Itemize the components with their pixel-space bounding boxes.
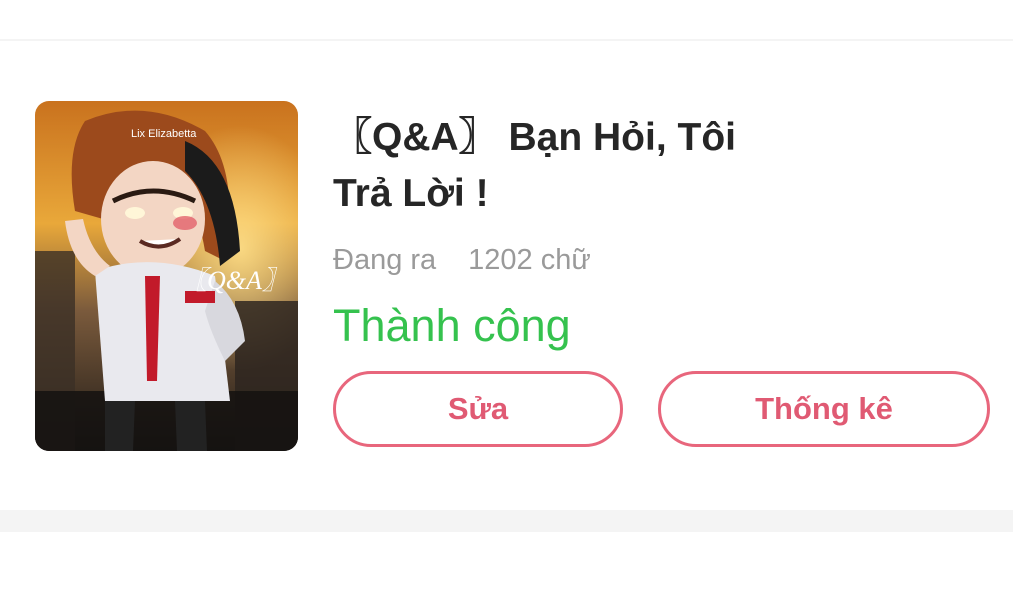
result-status: Thành công: [333, 300, 571, 351]
edit-button[interactable]: Sửa: [333, 371, 623, 447]
word-count-text: 1202 chữ: [468, 244, 591, 276]
cover-watermark-text: Lix Elizabetta: [131, 128, 197, 140]
cover-badge-text: 〖Q&A〗: [181, 266, 288, 295]
top-divider: [0, 39, 1013, 41]
bottom-divider: [0, 510, 1013, 532]
story-meta: Đang ra 1202 chữ: [333, 244, 591, 277]
stats-button[interactable]: Thống kê: [658, 371, 990, 447]
story-cover-image[interactable]: Lix Elizabetta 〖Q&A〗: [35, 101, 298, 451]
story-title-line-1: 〖Q&A〗 Bạn Hỏi, Tôi: [333, 116, 736, 159]
story-status-text: Đang ra: [333, 244, 437, 276]
story-title[interactable]: 〖Q&A〗 Bạn Hỏi, Tôi Trả Lời !: [333, 110, 853, 222]
story-title-line-2: Trả Lời !: [333, 172, 489, 215]
